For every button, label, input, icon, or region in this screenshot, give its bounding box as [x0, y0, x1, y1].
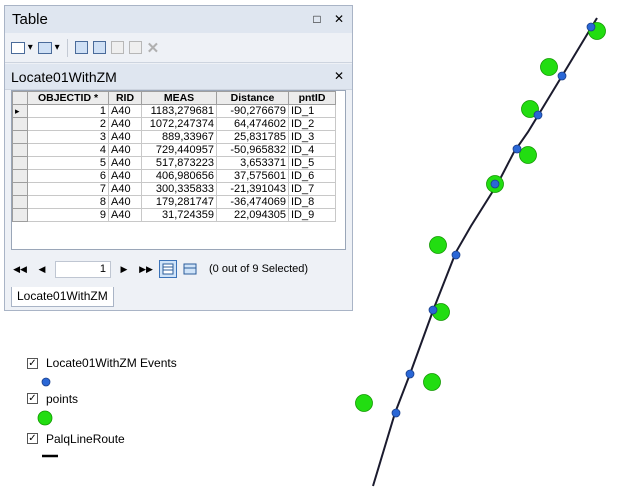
event-point — [391, 408, 401, 418]
event-point — [428, 305, 438, 315]
event-point — [451, 250, 461, 260]
event-point — [586, 22, 596, 32]
event-point — [405, 369, 415, 379]
event-points-layer — [391, 22, 596, 418]
route-line — [372, 17, 598, 487]
event-point — [557, 71, 567, 81]
source-points-layer — [355, 22, 606, 412]
source-point — [355, 394, 373, 412]
event-point — [533, 110, 543, 120]
source-point — [540, 58, 558, 76]
event-point — [512, 144, 522, 154]
source-point — [519, 146, 537, 164]
event-point — [490, 179, 500, 189]
map-canvas[interactable] — [0, 0, 619, 492]
source-point — [423, 373, 441, 391]
source-point — [429, 236, 447, 254]
